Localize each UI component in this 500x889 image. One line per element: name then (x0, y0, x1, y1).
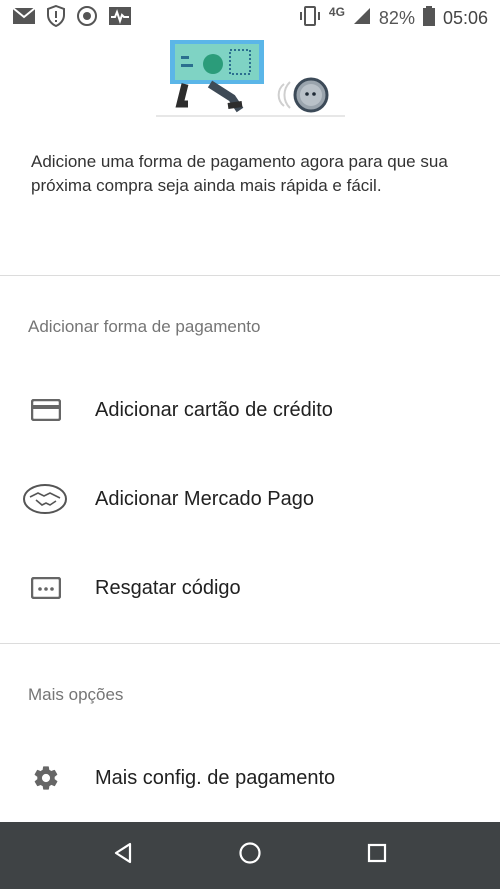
add-credit-card-item[interactable]: Adicionar cartão de crédito (0, 380, 500, 440)
divider (0, 275, 500, 276)
code-icon (26, 568, 66, 608)
clock: 05:06 (442, 7, 488, 28)
credit-card-icon (26, 390, 66, 430)
add-mercado-pago-label: Adicionar Mercado Pago (95, 487, 315, 510)
network-type: 4G (328, 5, 345, 19)
back-icon (112, 842, 134, 869)
sync-icon (76, 5, 98, 32)
status-bar: 4G 82% 05:06 (0, 0, 500, 36)
divider (0, 643, 500, 644)
redeem-code-label: Resgatar código (95, 576, 241, 599)
recents-button[interactable] (353, 832, 401, 880)
battery-percent: 82% (378, 7, 415, 28)
payment-section-title: Adicionar forma de pagamento (28, 317, 261, 336)
more-section-title: Mais opções (28, 685, 124, 704)
system-status: 4G 82% 05:06 (299, 5, 488, 31)
notification-icons (12, 4, 132, 32)
add-credit-card-label: Adicionar cartão de crédito (95, 398, 333, 421)
handshake-icon (22, 479, 68, 519)
add-mercado-pago-item[interactable]: Adicionar Mercado Pago (0, 469, 500, 529)
hero-illustration (0, 36, 500, 122)
battery-icon (422, 5, 435, 31)
gear-icon (26, 758, 66, 798)
more-payment-settings-item[interactable]: Mais config. de pagamento (0, 748, 500, 808)
gmail-icon (12, 6, 36, 30)
intro-text: Adicione uma forma de pagamento agora pa… (31, 152, 448, 195)
more-payment-settings-label: Mais config. de pagamento (95, 766, 336, 789)
vibrate-icon (299, 5, 321, 31)
shield-alert-icon (46, 4, 66, 32)
signal-icon (353, 7, 371, 30)
activity-icon (108, 6, 132, 31)
redeem-code-item[interactable]: Resgatar código (0, 558, 500, 618)
navigation-bar (0, 822, 500, 889)
recents-icon (367, 843, 387, 868)
back-button[interactable] (99, 832, 147, 880)
home-icon (238, 841, 262, 870)
home-button[interactable] (226, 832, 274, 880)
